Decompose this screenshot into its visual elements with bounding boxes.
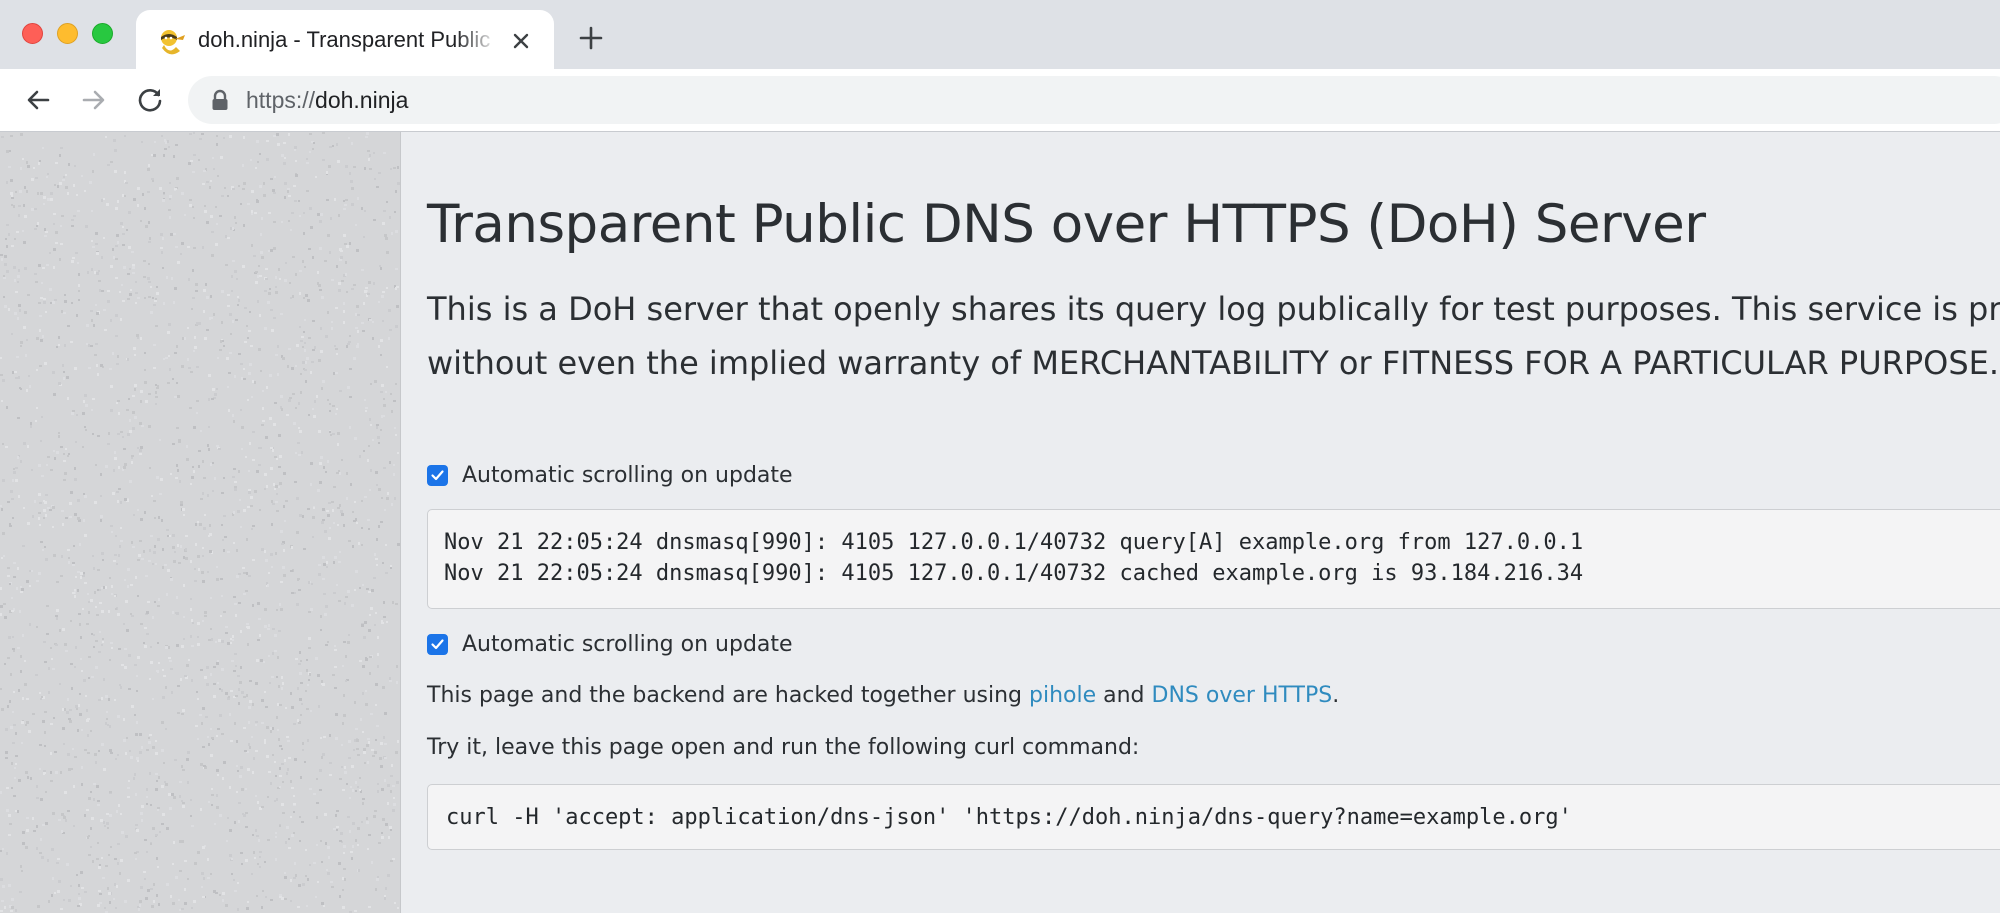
new-tab-icon[interactable] [575, 22, 607, 54]
back-arrow-icon[interactable] [22, 84, 54, 116]
browser-toolbar: https://doh.ninja [0, 69, 2000, 132]
try-text: Try it, leave this page open and run the… [427, 735, 1140, 760]
autoscroll-label-top[interactable]: Automatic scrolling on update [462, 463, 793, 488]
credits-text: This page and the backend are hacked tog… [427, 683, 1339, 708]
query-log[interactable]: Nov 21 22:05:24 dnsmasq[990]: 4105 127.0… [427, 509, 2000, 609]
doh-link[interactable]: DNS over HTTPS [1152, 683, 1333, 708]
autoscroll-row-bottom: Automatic scrolling on update [427, 631, 793, 657]
tab-title: doh.ninja - Transparent Public DNS over … [198, 27, 498, 52]
autoscroll-checkbox-bottom[interactable] [427, 633, 448, 655]
close-icon[interactable] [506, 26, 536, 56]
credits-prefix: This page and the backend are hacked tog… [427, 683, 1029, 708]
close-window-button[interactable] [22, 23, 43, 44]
autoscroll-row-top: Automatic scrolling on update [427, 462, 793, 488]
page-title: Transparent Public DNS over HTTPS (DoH) … [427, 194, 1706, 255]
credits-middle: and [1096, 683, 1152, 708]
curl-command[interactable]: curl -H 'accept: application/dns-json' '… [427, 784, 2000, 850]
page-viewport: Transparent Public DNS over HTTPS (DoH) … [0, 132, 2000, 913]
lead-line-1: This is a DoH server that openly shares … [427, 290, 2000, 328]
address-bar[interactable]: https://doh.ninja [188, 76, 2000, 124]
pihole-link[interactable]: pihole [1029, 683, 1096, 708]
tab-active[interactable]: doh.ninja - Transparent Public DNS over … [136, 10, 554, 69]
url-host: doh.ninja [315, 87, 409, 113]
noise-texture [0, 132, 400, 913]
reload-icon[interactable] [134, 84, 166, 116]
lead-text: This is a DoH server that openly shares … [427, 282, 2000, 390]
checkmark-icon [431, 469, 444, 480]
ninja-favicon-icon [161, 30, 185, 55]
url-text: https://doh.ninja [246, 87, 408, 114]
minimize-window-button[interactable] [57, 23, 78, 44]
url-scheme: https:// [246, 87, 316, 113]
log-line: Nov 21 22:05:24 dnsmasq[990]: 4105 127.0… [444, 530, 1584, 555]
tab-strip: doh.ninja - Transparent Public DNS over … [0, 0, 2000, 69]
lock-icon[interactable] [210, 89, 230, 111]
credits-suffix: . [1332, 683, 1340, 708]
autoscroll-checkbox-top[interactable] [427, 464, 448, 486]
forward-arrow-icon[interactable] [78, 84, 110, 116]
main-content: Transparent Public DNS over HTTPS (DoH) … [400, 132, 2000, 913]
noise-background [0, 132, 400, 913]
lead-line-2: without even the implied warranty of MER… [427, 344, 2000, 382]
checkmark-icon [431, 638, 444, 649]
zoom-window-button[interactable] [92, 23, 113, 44]
autoscroll-label-bottom[interactable]: Automatic scrolling on update [462, 632, 793, 657]
log-line: Nov 21 22:05:24 dnsmasq[990]: 4105 127.0… [444, 561, 1584, 586]
